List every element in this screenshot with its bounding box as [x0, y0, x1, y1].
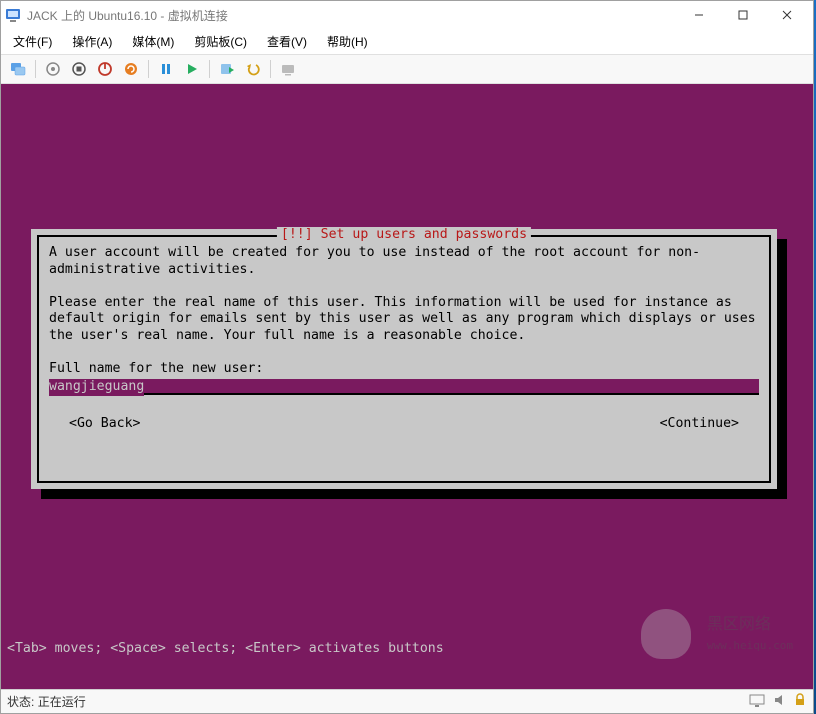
dialog-title: [!!] Set up users and passwords — [277, 227, 531, 244]
minimize-button[interactable] — [677, 1, 721, 29]
app-icon — [5, 7, 21, 23]
watermark-text-2: www.heiqu.com — [707, 639, 793, 652]
dialog-text-1: A user account will be created for you t… — [49, 245, 759, 278]
status-network-icon — [749, 693, 767, 710]
dialog-text-2: Please enter the real name of this user.… — [49, 295, 759, 345]
play-icon[interactable] — [181, 58, 203, 80]
connect-icon[interactable] — [7, 58, 29, 80]
menu-clipboard[interactable]: 剪贴板(C) — [190, 31, 251, 52]
pause-icon[interactable] — [155, 58, 177, 80]
toolbar — [1, 55, 813, 84]
dialog-prompt: Full name for the new user: — [49, 361, 759, 378]
close-button[interactable] — [765, 1, 809, 29]
window-controls — [677, 1, 809, 29]
watermark-text-1: 黑区网络 — [707, 614, 771, 633]
revert-icon[interactable] — [242, 58, 264, 80]
status-label: 状态: — [7, 693, 34, 710]
keyboard-hint: <Tab> moves; <Space> selects; <Enter> ac… — [7, 641, 444, 658]
menu-action[interactable]: 操作(A) — [68, 31, 116, 52]
start-grey-icon[interactable] — [42, 58, 64, 80]
status-sound-icon — [773, 693, 787, 710]
share-icon[interactable] — [277, 58, 299, 80]
watermark: 黑区网络 www.heiqu.com — [641, 609, 793, 659]
reset-icon[interactable] — [120, 58, 142, 80]
status-value: 正在运行 — [38, 693, 86, 710]
fullname-input-value[interactable]: wangjieguang — [49, 379, 144, 396]
menu-file[interactable]: 文件(F) — [9, 31, 56, 52]
statusbar: 状态: 正在运行 — [1, 689, 813, 713]
fullname-input-rest[interactable] — [144, 379, 759, 395]
stop-icon[interactable] — [68, 58, 90, 80]
toolbar-separator — [35, 60, 36, 78]
checkpoint-icon[interactable] — [216, 58, 238, 80]
go-back-button[interactable]: <Go Back> — [69, 416, 140, 433]
setup-dialog: [!!] Set up users and passwords A user a… — [31, 229, 777, 489]
toolbar-separator — [148, 60, 149, 78]
menu-view[interactable]: 查看(V) — [263, 31, 311, 52]
fullname-input-row[interactable]: wangjieguang — [49, 379, 759, 396]
status-lock-icon — [793, 693, 807, 710]
menu-help[interactable]: 帮助(H) — [323, 31, 372, 52]
shutdown-icon[interactable] — [94, 58, 116, 80]
titlebar[interactable]: JACK 上的 Ubuntu16.10 - 虚拟机连接 — [1, 1, 813, 29]
vm-display[interactable]: [!!] Set up users and passwords A user a… — [1, 84, 813, 689]
dialog-frame: [!!] Set up users and passwords A user a… — [37, 235, 771, 483]
toolbar-separator — [270, 60, 271, 78]
menubar: 文件(F) 操作(A) 媒体(M) 剪贴板(C) 查看(V) 帮助(H) — [1, 29, 813, 55]
toolbar-separator — [209, 60, 210, 78]
vm-connection-window: JACK 上的 Ubuntu16.10 - 虚拟机连接 文件(F) 操作(A) … — [0, 0, 814, 714]
maximize-button[interactable] — [721, 1, 765, 29]
dialog-nav: <Go Back> <Continue> — [49, 416, 759, 433]
continue-button[interactable]: <Continue> — [660, 416, 739, 433]
watermark-logo-icon — [641, 609, 691, 659]
menu-media[interactable]: 媒体(M) — [128, 31, 178, 52]
window-title: JACK 上的 Ubuntu16.10 - 虚拟机连接 — [27, 7, 677, 24]
